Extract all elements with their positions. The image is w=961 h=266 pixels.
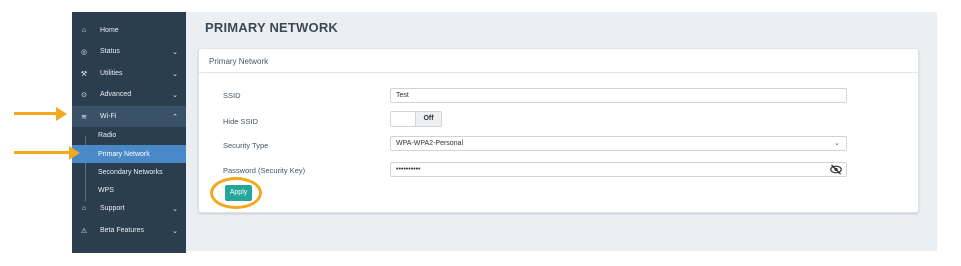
sidebar-item-label: Status (100, 48, 120, 55)
security-type-select[interactable]: WPA-WPA2-Personal ⌄ (390, 136, 847, 151)
sidebar-item-home[interactable]: ⌂ Home (72, 20, 186, 41)
annotation-arrow-head (69, 146, 80, 160)
sidebar-subitem-label: Secondary Networks (98, 168, 163, 176)
eye-slash-icon[interactable] (830, 164, 842, 175)
sidebar-item-utilities[interactable]: ⚒ Utilities ⌄ (72, 63, 186, 84)
card-header: Primary Network (199, 49, 918, 73)
chevron-down-icon: ⌄ (172, 48, 178, 56)
page-title: PRIMARY NETWORK (205, 20, 338, 35)
sidebar-subitem-wps[interactable]: WPS (72, 181, 186, 199)
wifi-icon: ≋ (81, 113, 87, 121)
sidebar-item-support[interactable]: ⌂ Support ⌄ (72, 198, 186, 219)
sidebar-subitem-label: Primary Network (98, 150, 150, 158)
security-type-label: Security Type (223, 141, 269, 150)
chevron-up-icon: ⌃ (172, 113, 178, 121)
sidebar-item-label: Advanced (100, 91, 132, 98)
sidebar-item-label: Wi-Fi (100, 113, 117, 120)
sidebar: ⌂ Home ◎ Status ⌄ ⚒ Utilities ⌄ ⊙ Advanc… (72, 12, 186, 253)
sidebar-item-advanced[interactable]: ⊙ Advanced ⌄ (72, 84, 186, 105)
annotation-arrow-head (56, 107, 67, 121)
home-icon: ⌂ (81, 27, 87, 34)
chevron-down-icon: ⌄ (834, 140, 840, 147)
sidebar-subitem-secondary-networks[interactable]: Secondary Networks (72, 163, 186, 181)
sidebar-subitem-primary-network[interactable]: Primary Network (72, 145, 186, 163)
advanced-icon: ⊙ (81, 91, 87, 99)
chevron-down-icon: ⌄ (172, 205, 178, 213)
hide-ssid-label: Hide SSID (223, 117, 259, 126)
beta-icon: ⚠ (80, 227, 88, 235)
ssid-label: SSID (223, 91, 241, 100)
sidebar-item-status[interactable]: ◎ Status ⌄ (72, 41, 186, 62)
hide-ssid-toggle[interactable]: Off (390, 111, 442, 127)
annotation-arrow-shaft (14, 151, 70, 154)
card-title: Primary Network (209, 57, 269, 66)
password-value: •••••••••• (396, 166, 421, 173)
wrench-icon: ⚒ (80, 70, 88, 78)
chevron-down-icon: ⌄ (172, 227, 178, 235)
chevron-down-icon: ⌄ (172, 70, 178, 78)
annotation-arrow-shaft (14, 112, 56, 115)
ssid-input[interactable]: Test (390, 88, 847, 103)
chevron-down-icon: ⌄ (172, 91, 178, 99)
support-icon: ⌂ (81, 205, 87, 212)
sidebar-subitem-label: WPS (98, 186, 114, 194)
sidebar-item-beta-features[interactable]: ⚠ Beta Features ⌄ (72, 220, 186, 241)
status-icon: ◎ (80, 48, 88, 56)
security-type-value: WPA-WPA2-Personal (396, 140, 464, 147)
primary-network-card: Primary Network SSID Test Hide SSID Off … (198, 48, 919, 213)
toggle-knob (391, 112, 416, 126)
sidebar-subitem-label: Radio (98, 131, 117, 139)
sidebar-item-label: Beta Features (100, 227, 144, 234)
sidebar-item-label: Home (100, 27, 119, 34)
password-input[interactable]: •••••••••• (390, 162, 847, 177)
password-label: Password (Security Key) (223, 166, 306, 175)
sidebar-item-wifi[interactable]: ≋ Wi-Fi ⌃ (72, 106, 186, 127)
sidebar-item-label: Support (100, 205, 125, 212)
toggle-state: Off (416, 112, 441, 126)
sidebar-item-label: Utilities (100, 70, 123, 77)
highlight-circle (210, 177, 262, 209)
sidebar-subitem-radio[interactable]: Radio (72, 126, 186, 144)
